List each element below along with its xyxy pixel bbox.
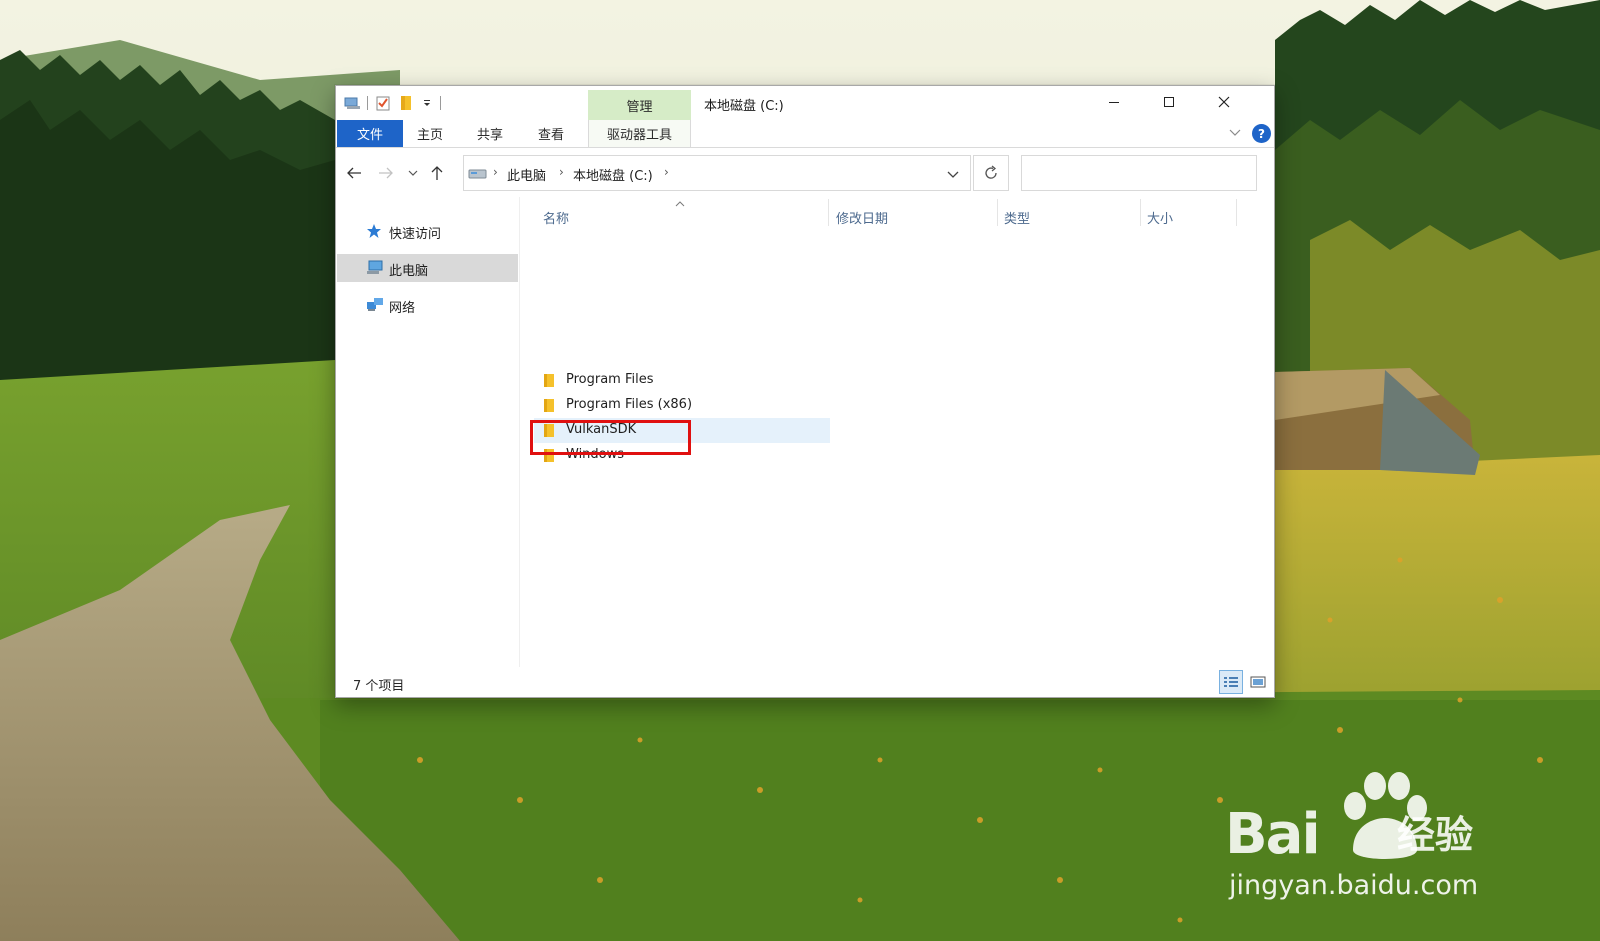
address-bar[interactable]: › 此电脑 › 本地磁盘 (C:) › — [463, 155, 971, 191]
search-input[interactable] — [1021, 155, 1257, 191]
star-icon — [366, 223, 382, 243]
nav-item-label: 快速访问 — [389, 227, 442, 242]
arrow-right-icon — [379, 167, 393, 179]
file-explorer-window[interactable]: 管理 本地磁盘 (C:) 文件 主页 共享 查看 驱动器工具 ? › 此电脑 ›… — [335, 85, 1275, 698]
tab-drive-tools-label: 驱动器工具 — [606, 128, 672, 143]
folder-icon — [543, 373, 555, 392]
breadcrumb-separator-icon[interactable]: › — [559, 165, 564, 179]
manage-tab-label: 管理 — [626, 99, 653, 115]
column-header-name[interactable]: 名称 — [543, 202, 823, 230]
explorer-app-icon[interactable] — [344, 95, 362, 111]
column-header-type[interactable]: 类型 — [1004, 202, 1139, 230]
column-header-label: 类型 — [1004, 212, 1031, 227]
watermark-url: jingyan.baidu.com — [1229, 870, 1479, 901]
minimize-icon — [1108, 102, 1119, 103]
toolbar-separator — [367, 96, 368, 110]
tab-share[interactable]: 共享 — [477, 120, 503, 147]
navigation-pane: 快速访问 此电脑 网络 — [336, 197, 520, 667]
status-bar: 7 个项目 — [336, 667, 1274, 698]
new-folder-icon[interactable] — [397, 95, 415, 111]
nav-item-label: 此电脑 — [389, 264, 429, 279]
computer-icon — [366, 260, 384, 280]
column-divider[interactable] — [1236, 199, 1237, 226]
baidu-jingyan-watermark: Bai 经验 jingyan.baidu.com — [1225, 770, 1525, 910]
file-name: Program Files — [566, 372, 654, 387]
expand-ribbon-button[interactable] — [1229, 126, 1241, 142]
chevron-down-icon — [1229, 129, 1241, 136]
column-divider[interactable] — [1140, 199, 1141, 226]
file-name: Program Files (x86) — [566, 397, 693, 412]
tab-file[interactable]: 文件 — [337, 120, 403, 147]
title-bar[interactable]: 管理 本地磁盘 (C:) — [336, 86, 1274, 120]
large-icons-view-button[interactable] — [1246, 670, 1270, 694]
watermark-brand: Bai — [1225, 802, 1321, 867]
large-icons-view-icon — [1250, 676, 1266, 688]
file-list-view[interactable]: 名称 修改日期 类型 大小 Program Files Program File… — [526, 197, 1271, 667]
recent-locations-button[interactable] — [406, 164, 420, 182]
refresh-icon — [985, 165, 997, 179]
list-item[interactable]: Program Files (x86) — [534, 393, 830, 418]
column-header-label: 修改日期 — [836, 212, 889, 227]
breadcrumb-this-pc[interactable]: 此电脑 — [507, 165, 546, 184]
manage-tab-group[interactable]: 管理 — [588, 90, 691, 120]
column-header-label: 大小 — [1147, 212, 1174, 227]
toolbar-separator — [440, 96, 441, 110]
column-header-date-modified[interactable]: 修改日期 — [836, 202, 996, 230]
up-button[interactable] — [428, 164, 446, 182]
help-button[interactable]: ? — [1252, 124, 1271, 143]
column-divider[interactable] — [828, 199, 829, 226]
list-item[interactable]: Program Files — [534, 368, 830, 393]
drive-icon — [468, 167, 488, 185]
ribbon-tab-bar: 文件 主页 共享 查看 驱动器工具 ? — [336, 120, 1274, 148]
nav-item-quick-access[interactable]: 快速访问 — [337, 217, 518, 245]
properties-icon[interactable] — [374, 95, 392, 111]
breadcrumb-separator-icon[interactable]: › — [493, 165, 498, 179]
tab-home[interactable]: 主页 — [417, 120, 443, 147]
arrow-left-icon — [347, 167, 361, 179]
window-title: 本地磁盘 (C:) — [704, 99, 784, 114]
watermark-brand-suffix: 经验 — [1397, 813, 1474, 857]
nav-item-network[interactable]: 网络 — [337, 291, 518, 319]
details-view-button[interactable] — [1219, 670, 1243, 694]
close-icon — [1218, 96, 1229, 108]
column-divider[interactable] — [997, 199, 998, 226]
nav-item-this-pc[interactable]: 此电脑 — [337, 254, 518, 282]
details-view-icon — [1224, 677, 1238, 687]
minimize-button[interactable] — [1086, 86, 1141, 118]
customize-toolbar-chevron-icon[interactable] — [420, 95, 434, 111]
back-button[interactable] — [344, 164, 364, 182]
close-button[interactable] — [1196, 86, 1251, 118]
tab-view[interactable]: 查看 — [538, 120, 564, 147]
network-icon — [366, 297, 384, 317]
nav-item-label: 网络 — [389, 301, 416, 316]
tab-drive-tools[interactable]: 驱动器工具 — [588, 120, 691, 147]
item-count: 7 个项目 — [353, 679, 405, 694]
refresh-button[interactable] — [973, 155, 1009, 191]
navigation-bar: › 此电脑 › 本地磁盘 (C:) › — [336, 149, 1274, 197]
chevron-down-icon — [408, 170, 418, 176]
breadcrumb-separator-icon[interactable]: › — [664, 165, 669, 179]
column-header-label: 名称 — [543, 212, 570, 227]
address-history-dropdown[interactable] — [947, 168, 959, 184]
breadcrumb-local-disk[interactable]: 本地磁盘 (C:) — [573, 165, 653, 184]
annotation-highlight-box — [530, 420, 691, 455]
maximize-icon — [1163, 97, 1174, 107]
maximize-button[interactable] — [1141, 86, 1196, 118]
folder-icon — [543, 398, 555, 417]
forward-button[interactable] — [376, 164, 396, 182]
column-header-size[interactable]: 大小 — [1147, 202, 1235, 230]
chevron-down-icon — [947, 171, 959, 178]
arrow-up-icon — [431, 166, 443, 180]
